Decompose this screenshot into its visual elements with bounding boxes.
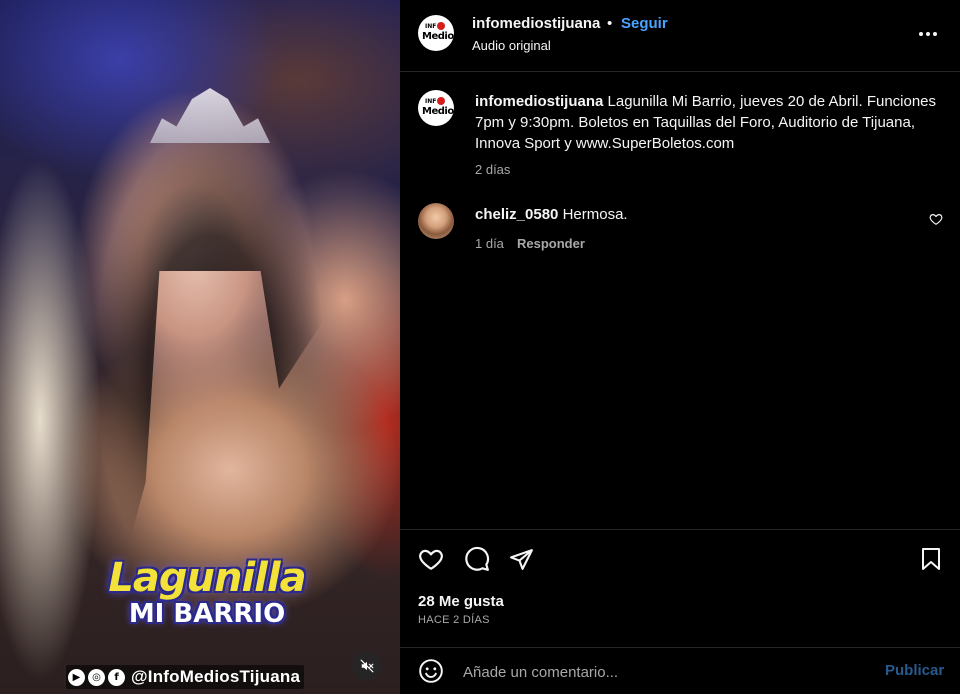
comment-timestamp: 1 día xyxy=(475,236,504,251)
more-icon xyxy=(919,32,937,36)
heart-icon xyxy=(419,549,443,570)
media-figure-hair xyxy=(95,130,325,600)
caption-timestamp: 2 días xyxy=(475,162,511,177)
reply-button[interactable]: Responder xyxy=(517,236,585,251)
post-header: INF Medios infomediostijuana • Seguir Au… xyxy=(400,0,960,72)
comment-username[interactable]: cheliz_0580 xyxy=(475,206,558,223)
share-icon xyxy=(509,548,533,570)
actions-divider xyxy=(400,529,960,530)
post-media[interactable]: Lagunilla MI BARRIO ▶ ◎ f @InfoMediosTij… xyxy=(0,0,400,694)
youtube-icon: ▶ xyxy=(68,668,85,686)
media-tiara xyxy=(150,88,270,143)
avatar-logo-bottom: Medios xyxy=(422,31,454,42)
comment: cheliz_0580 Hermosa. xyxy=(475,206,628,223)
avatar-logo-dot xyxy=(437,97,445,105)
emoji-button[interactable] xyxy=(418,658,444,684)
audio-link[interactable]: Audio original xyxy=(472,38,551,53)
post-panel: INF Medios infomediostijuana • Seguir Au… xyxy=(400,0,960,694)
add-comment-bar: Publicar xyxy=(400,647,960,694)
like-count[interactable]: 28 Me gusta xyxy=(418,593,504,610)
share-button[interactable] xyxy=(506,544,536,574)
caption-author-avatar[interactable]: INF Medios xyxy=(418,90,454,126)
bookmark-icon xyxy=(922,548,940,570)
emoji-icon xyxy=(419,659,443,683)
comment-input[interactable] xyxy=(463,660,863,684)
avatar-logo-bottom: Medios xyxy=(422,106,454,117)
facebook-icon: f xyxy=(108,668,125,686)
more-options-button[interactable] xyxy=(916,22,940,46)
author-avatar[interactable]: INF Medios xyxy=(418,15,454,51)
publish-button[interactable]: Publicar xyxy=(885,662,944,679)
show-logo: Lagunilla MI BARRIO xyxy=(92,555,322,645)
comment-body: Hermosa. xyxy=(562,206,628,223)
comment-like-button[interactable] xyxy=(929,212,945,228)
commenter-avatar[interactable] xyxy=(418,203,454,239)
header-separator: • xyxy=(607,15,613,32)
instagram-icon: ◎ xyxy=(88,668,105,686)
avatar-logo-top: INF xyxy=(425,98,437,105)
like-button[interactable] xyxy=(416,544,446,574)
post-age: HACE 2 DÍAS xyxy=(418,614,490,626)
show-logo-line1: Lagunilla xyxy=(108,555,306,601)
follow-button[interactable]: Seguir xyxy=(621,15,668,32)
show-logo-line2: MI BARRIO xyxy=(128,599,286,629)
mute-button[interactable] xyxy=(352,651,382,681)
save-button[interactable] xyxy=(916,544,946,574)
comment-icon xyxy=(465,547,490,571)
speaker-muted-icon xyxy=(360,659,374,673)
avatar-logo-dot xyxy=(437,22,445,30)
heart-icon xyxy=(929,214,943,225)
watermark-handle: @InfoMediosTijuana xyxy=(131,667,301,686)
author-username[interactable]: infomediostijuana xyxy=(472,15,600,32)
caption-username[interactable]: infomediostijuana xyxy=(475,93,603,110)
post-caption: infomediostijuana Lagunilla Mi Barrio, j… xyxy=(475,91,945,154)
comment-button[interactable] xyxy=(462,544,492,574)
avatar-logo-top: INF xyxy=(425,23,437,30)
watermark: ▶ ◎ f @InfoMediosTijuana xyxy=(66,665,305,689)
